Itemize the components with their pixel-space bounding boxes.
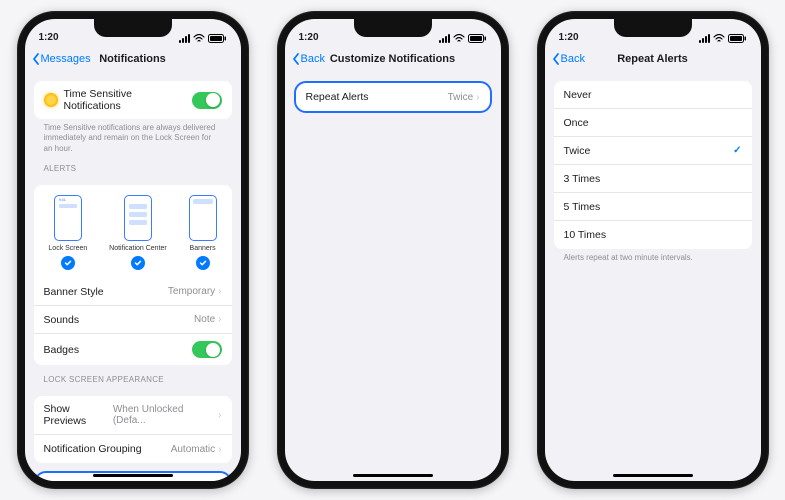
row-value: Twice — [448, 92, 474, 103]
alert-option-center[interactable]: Notification Center — [109, 195, 167, 270]
cellular-icon — [439, 34, 450, 43]
option-10times[interactable]: 10 Times — [554, 221, 752, 249]
nav-bar: Messages Notifications — [25, 45, 241, 73]
row-label: Banner Style — [44, 286, 104, 298]
nav-bar: Back Customize Notifications — [285, 45, 501, 73]
battery-icon — [468, 34, 487, 43]
home-indicator[interactable] — [353, 474, 433, 477]
back-label: Back — [561, 53, 585, 65]
lockscreen-preview-icon: 9:41 — [54, 195, 82, 241]
chevron-left-icon — [551, 52, 561, 66]
lock-header: LOCK SCREEN APPEARANCE — [34, 365, 232, 388]
time-sensitive-label: Time Sensitive Notifications — [64, 88, 192, 112]
repeat-alerts-row[interactable]: Repeat Alerts Twice› — [296, 83, 490, 111]
alert-option-banners[interactable]: Banners — [189, 195, 217, 270]
chevron-left-icon — [291, 52, 301, 66]
back-button[interactable]: Messages — [31, 52, 91, 66]
back-label: Messages — [41, 53, 91, 65]
wifi-icon — [453, 34, 465, 43]
option-label: 5 Times — [564, 201, 601, 213]
row-label: Repeat Alerts — [306, 91, 369, 103]
battery-icon — [728, 34, 747, 43]
notification-grouping-row[interactable]: Notification Grouping Automatic› — [34, 435, 232, 463]
row-value: When Unlocked (Defa... — [113, 404, 215, 426]
row-label: Badges — [44, 344, 80, 356]
home-indicator[interactable] — [93, 474, 173, 477]
chevron-right-icon: › — [218, 444, 221, 455]
status-time: 1:20 — [559, 32, 579, 43]
battery-icon — [208, 34, 227, 43]
time-sensitive-toggle[interactable] — [192, 92, 222, 109]
option-label: Twice — [564, 145, 591, 157]
chevron-left-icon — [31, 52, 41, 66]
notification-center-preview-icon — [124, 195, 152, 241]
alerts-header: ALERTS — [34, 154, 232, 177]
checkmark-icon — [131, 256, 145, 270]
home-indicator[interactable] — [613, 474, 693, 477]
chevron-right-icon: › — [476, 92, 479, 103]
row-label: Sounds — [44, 314, 80, 326]
checkmark-icon — [61, 256, 75, 270]
status-time: 1:20 — [299, 32, 319, 43]
alert-label: Lock Screen — [48, 245, 87, 252]
cellular-icon — [179, 34, 190, 43]
option-label: 10 Times — [564, 229, 607, 241]
nav-bar: Back Repeat Alerts — [545, 45, 761, 73]
back-button[interactable]: Back — [551, 52, 585, 66]
option-label: 3 Times — [564, 173, 601, 185]
option-once[interactable]: Once — [554, 109, 752, 137]
chevron-right-icon: › — [218, 286, 221, 297]
checkmark-icon: ✓ — [733, 145, 741, 156]
status-time: 1:20 — [39, 32, 59, 43]
chevron-right-icon: › — [218, 314, 221, 325]
row-value: Automatic — [171, 444, 215, 455]
row-label: Notification Grouping — [44, 443, 142, 455]
alerts-panel: 9:41 Lock Screen Notification Center Ban… — [34, 185, 232, 278]
time-sensitive-row[interactable]: Time Sensitive Notifications — [34, 81, 232, 119]
alert-option-lockscreen[interactable]: 9:41 Lock Screen — [48, 195, 87, 270]
row-label: Show Previews — [44, 403, 113, 427]
option-twice[interactable]: Twice ✓ — [554, 137, 752, 165]
wifi-icon — [193, 34, 205, 43]
option-never[interactable]: Never — [554, 81, 752, 109]
back-label: Back — [301, 53, 325, 65]
sounds-row[interactable]: Sounds Note› — [34, 306, 232, 334]
row-value: Temporary — [168, 286, 215, 297]
banner-preview-icon — [189, 195, 217, 241]
option-5times[interactable]: 5 Times — [554, 193, 752, 221]
wifi-icon — [713, 34, 725, 43]
back-button[interactable]: Back — [291, 52, 325, 66]
banner-style-row[interactable]: Banner Style Temporary› — [34, 278, 232, 306]
show-previews-row[interactable]: Show Previews When Unlocked (Defa...› — [34, 396, 232, 435]
time-sensitive-footer: Time Sensitive notifications are always … — [34, 119, 232, 154]
alert-label: Banners — [190, 245, 216, 252]
option-label: Never — [564, 89, 592, 101]
cellular-icon — [699, 34, 710, 43]
alert-label: Notification Center — [109, 245, 167, 252]
badges-toggle[interactable] — [192, 341, 222, 358]
time-sensitive-icon — [44, 93, 58, 107]
option-3times[interactable]: 3 Times — [554, 165, 752, 193]
option-label: Once — [564, 117, 589, 129]
checkmark-icon — [196, 256, 210, 270]
repeat-footer: Alerts repeat at two minute intervals. — [554, 249, 752, 263]
row-value: Note — [194, 314, 215, 325]
chevron-right-icon: › — [218, 410, 221, 421]
badges-row[interactable]: Badges — [34, 334, 232, 365]
